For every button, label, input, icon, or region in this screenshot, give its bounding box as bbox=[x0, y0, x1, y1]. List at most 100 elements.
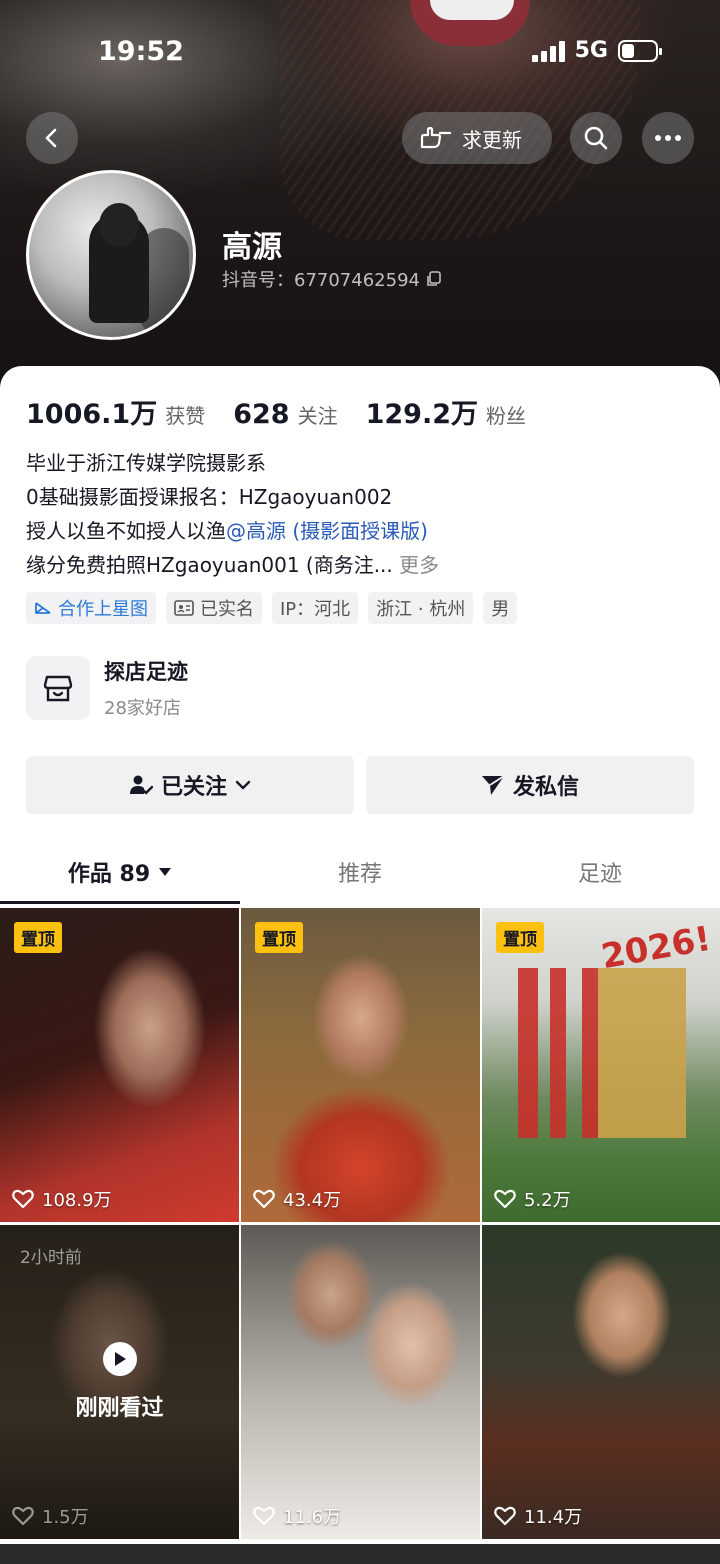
signal-icon bbox=[531, 40, 565, 62]
battery-icon bbox=[618, 39, 662, 62]
followers-label[interactable]: 粉丝 bbox=[486, 400, 526, 429]
bio-line: 授人以鱼不如授人以渔@高源 (摄影面授课版) bbox=[26, 514, 706, 548]
likes-count: 11.6万 bbox=[283, 1507, 342, 1528]
video-grid: 置顶 108.9万 置顶 43.4万 2026! 置顶 5.2万 刚刚看过 2小… bbox=[0, 908, 720, 1539]
request-update-button[interactable]: 求更新 bbox=[402, 112, 552, 164]
network-type: 5G bbox=[574, 38, 608, 63]
video-likes: 11.4万 bbox=[494, 1503, 582, 1529]
user-check-icon bbox=[129, 775, 153, 795]
tag-label: 合作上星图 bbox=[58, 599, 148, 620]
video-likes: 11.6万 bbox=[253, 1503, 341, 1529]
shop-footprints-entry[interactable]: 探店足迹 28家好店 bbox=[26, 656, 188, 720]
recently-viewed-overlay: 刚刚看过 bbox=[0, 1225, 239, 1539]
followed-label: 已关注 bbox=[160, 775, 227, 800]
likes-count: 5.2万 bbox=[524, 1190, 571, 1211]
following-label[interactable]: 关注 bbox=[298, 400, 338, 429]
profile-stats: 1006.1万 获赞 628 关注 129.2万 粉丝 bbox=[26, 392, 546, 431]
profile-tags: 合作上星图 已实名 IP：河北 浙江 · 杭州 男 bbox=[26, 592, 518, 624]
hand-point-icon bbox=[420, 126, 452, 149]
douyin-id[interactable]: 抖音号：67707462594 bbox=[222, 266, 442, 292]
heart-icon bbox=[253, 1506, 275, 1526]
douyin-id-text: 抖音号：67707462594 bbox=[222, 270, 420, 291]
bio-line: 缘分免费拍照HZgaoyuan001 (商务注... 更多 bbox=[26, 548, 706, 582]
video-thumbnail[interactable]: 11.4万 bbox=[482, 1225, 720, 1539]
message-button[interactable]: 发私信 bbox=[366, 756, 694, 814]
tab-label: 作品 89 bbox=[67, 862, 151, 887]
tag-star-map[interactable]: 合作上星图 bbox=[26, 592, 156, 624]
heart-icon bbox=[253, 1189, 275, 1209]
search-button[interactable] bbox=[570, 112, 622, 164]
star-map-icon bbox=[35, 602, 51, 614]
calligraphy-graphic bbox=[502, 968, 702, 1138]
likes-count: 11.4万 bbox=[524, 1507, 583, 1528]
tab-recommended[interactable]: 推荐 bbox=[240, 842, 480, 902]
pinned-badge: 置顶 bbox=[14, 922, 62, 953]
tab-footprints[interactable]: 足迹 bbox=[480, 842, 720, 902]
followers-count[interactable]: 129.2万 bbox=[366, 392, 478, 431]
video-thumbnail[interactable]: 置顶 43.4万 bbox=[241, 908, 480, 1222]
tab-label: 足迹 bbox=[577, 862, 622, 887]
likes-count: 43.4万 bbox=[283, 1190, 342, 1211]
video-thumbnail[interactable]: 11.6万 bbox=[241, 1225, 480, 1539]
tag-ip: IP：河北 bbox=[272, 592, 359, 624]
tag-gender: 男 bbox=[483, 592, 518, 624]
shop-title: 探店足迹 bbox=[104, 660, 188, 684]
tag-label: 已实名 bbox=[200, 599, 254, 620]
following-count[interactable]: 628 bbox=[233, 399, 289, 430]
heart-icon bbox=[494, 1189, 516, 1209]
video-thumbnail[interactable]: 刚刚看过 2小时前 1.5万 bbox=[0, 1225, 239, 1539]
video-likes: 43.4万 bbox=[253, 1186, 341, 1212]
profile-page: 19:52 5G 求更新 高源 抖音号：67707462594 1006.1万 … bbox=[0, 0, 720, 1564]
bio-text: 授人以鱼不如授人以渔 bbox=[26, 519, 226, 543]
send-icon bbox=[481, 775, 505, 795]
shop-icon bbox=[26, 656, 90, 720]
bio-text: 缘分免费拍照HZgaoyuan001 (商务注... bbox=[26, 553, 393, 577]
next-row-thumbnails bbox=[0, 1544, 720, 1564]
id-card-icon bbox=[174, 600, 194, 616]
storefront-icon bbox=[43, 675, 73, 702]
video-thumbnail[interactable]: 2026! 置顶 5.2万 bbox=[482, 908, 720, 1222]
message-label: 发私信 bbox=[512, 775, 579, 800]
likes-label: 获赞 bbox=[165, 404, 206, 428]
likes-count: 1006.1万 bbox=[26, 399, 158, 430]
video-likes: 1.5万 bbox=[12, 1503, 89, 1529]
status-icons: 5G bbox=[531, 38, 662, 63]
tag-label: IP：河北 bbox=[280, 599, 351, 620]
video-likes: 108.9万 bbox=[12, 1186, 112, 1212]
tag-label: 男 bbox=[491, 599, 510, 620]
video-likes: 5.2万 bbox=[494, 1186, 571, 1212]
pinned-badge: 置顶 bbox=[255, 922, 303, 953]
likes-count: 108.9万 bbox=[42, 1190, 112, 1211]
bio-line: 毕业于浙江传媒学院摄影系 bbox=[26, 451, 266, 475]
pinned-badge: 置顶 bbox=[496, 922, 544, 953]
heart-icon bbox=[494, 1506, 516, 1526]
profile-name: 高源 bbox=[222, 230, 282, 265]
shop-subtitle: 28家好店 bbox=[104, 698, 181, 719]
caret-down-icon bbox=[159, 868, 172, 876]
likes-count: 1.5万 bbox=[42, 1507, 89, 1528]
tab-works[interactable]: 作品 89 bbox=[0, 842, 240, 904]
tag-label: 浙江 · 杭州 bbox=[376, 599, 466, 620]
tab-label: 推荐 bbox=[337, 862, 382, 887]
request-update-label: 求更新 bbox=[462, 127, 522, 152]
search-icon bbox=[584, 126, 608, 150]
copy-icon[interactable] bbox=[426, 271, 442, 287]
tag-location[interactable]: 浙江 · 杭州 bbox=[368, 592, 474, 624]
bio-line: 0基础摄影面授课报名：HZgaoyuan002 bbox=[26, 485, 393, 509]
video-thumbnail[interactable]: 置顶 108.9万 bbox=[0, 908, 239, 1222]
tag-verified[interactable]: 已实名 bbox=[166, 592, 262, 624]
bio-mention-link[interactable]: @高源 (摄影面授课版) bbox=[226, 519, 428, 543]
recently-viewed-label: 刚刚看过 bbox=[75, 1396, 164, 1421]
heart-icon bbox=[12, 1189, 34, 1209]
followed-button[interactable]: 已关注 bbox=[26, 756, 354, 814]
more-dots-icon bbox=[655, 135, 681, 141]
content-tabs: 作品 89 推荐 足迹 bbox=[0, 842, 720, 904]
bio-more-link[interactable]: 更多 bbox=[399, 553, 439, 577]
chevron-down-icon bbox=[235, 780, 251, 790]
back-button[interactable] bbox=[26, 112, 78, 164]
avatar[interactable] bbox=[26, 170, 196, 340]
action-buttons: 已关注 发私信 bbox=[26, 756, 694, 814]
status-time: 19:52 bbox=[98, 36, 184, 67]
play-icon bbox=[102, 1342, 137, 1376]
more-button[interactable] bbox=[642, 112, 694, 164]
